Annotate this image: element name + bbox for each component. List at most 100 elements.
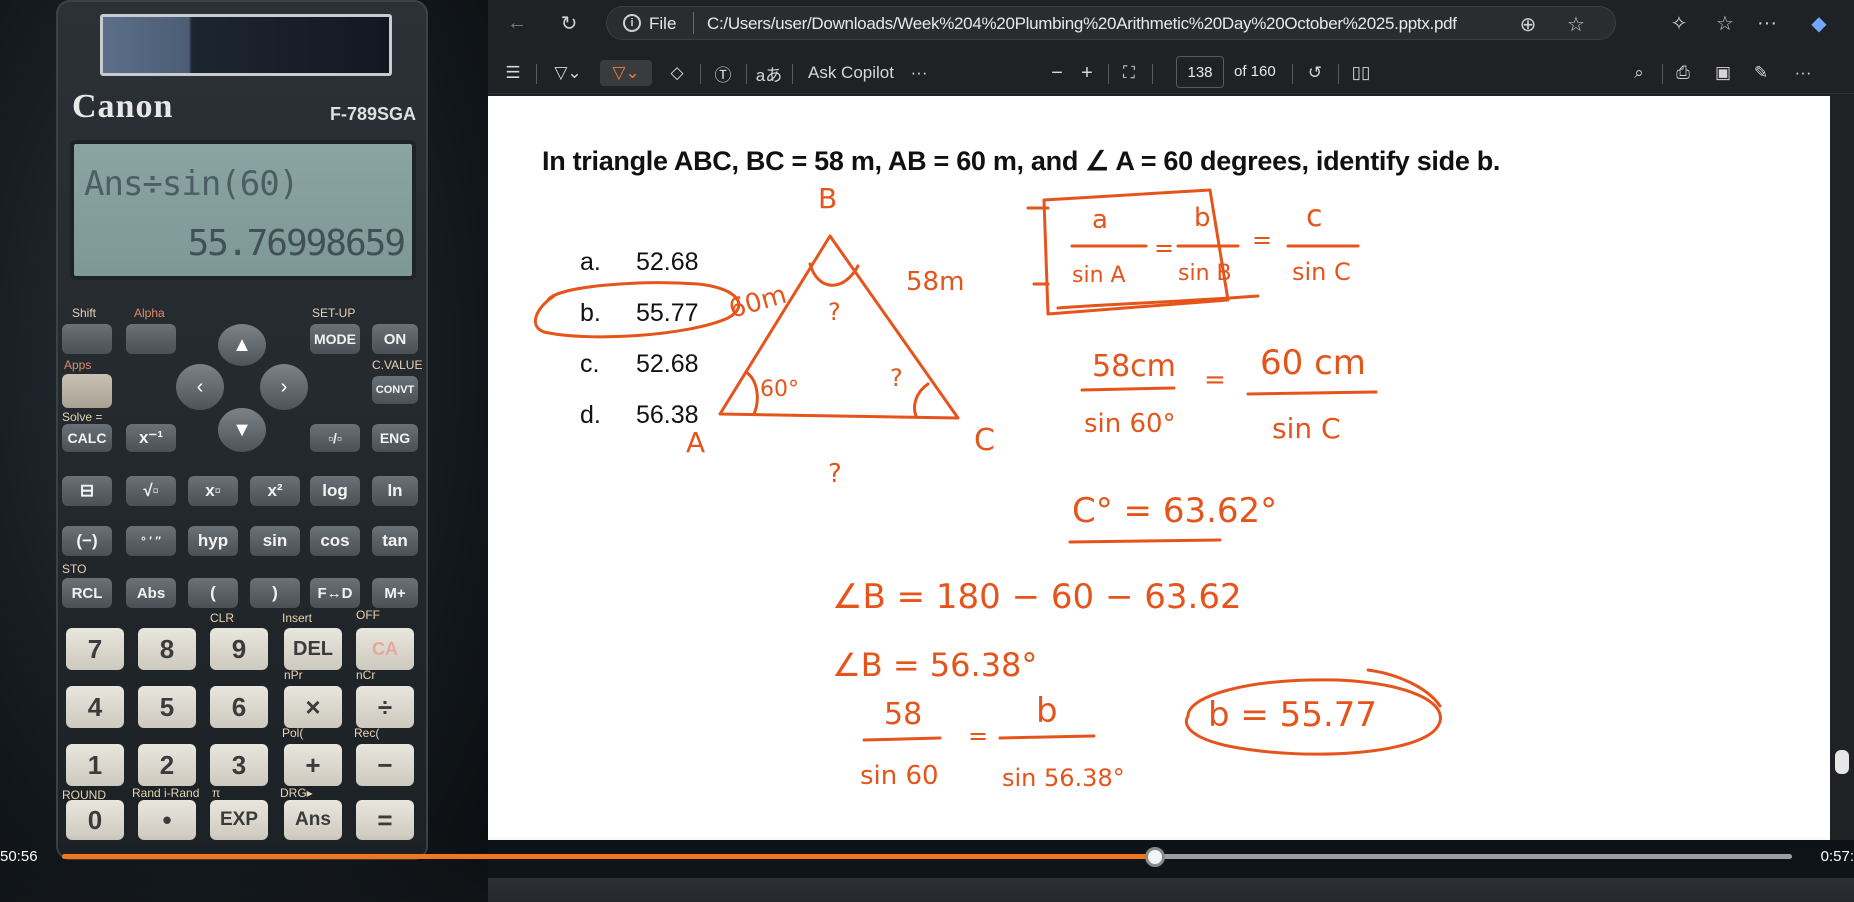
key-4[interactable]: 4 (66, 686, 124, 728)
calc-key[interactable]: CALC (62, 424, 112, 452)
read-aloud-button[interactable]: aあ (754, 60, 784, 86)
multiply-key[interactable]: × (284, 686, 342, 728)
contents-icon[interactable]: ☰ (500, 60, 526, 86)
open-paren-key[interactable]: ( (188, 578, 238, 608)
save-as-icon[interactable]: ✎ (1748, 60, 1774, 86)
square-key[interactable]: x² (250, 476, 300, 506)
exp-key[interactable]: EXP (210, 800, 268, 840)
rcl-key[interactable]: RCL (62, 578, 112, 608)
back-icon[interactable]: ← (502, 8, 532, 38)
mode-key[interactable]: MODE (310, 324, 360, 354)
del-key[interactable]: DEL (284, 628, 342, 670)
key-0[interactable]: 0 (66, 800, 124, 840)
pdf-more-icon[interactable]: ··· (1790, 60, 1816, 86)
mplus-key[interactable]: M+ (372, 578, 418, 608)
power-key[interactable]: x▫ (188, 476, 238, 506)
law-a-numerator: a (1092, 205, 1108, 235)
right-arrow-key[interactable]: › (260, 364, 308, 410)
apps-key[interactable] (62, 374, 112, 408)
text-box-icon[interactable]: Ⓣ (710, 60, 736, 86)
key-6[interactable]: 6 (210, 686, 268, 728)
ln-key[interactable]: ln (372, 476, 418, 506)
draw-icon[interactable]: ▽⌄ (600, 60, 652, 86)
seek-bar[interactable] (62, 847, 1792, 867)
plus-key[interactable]: + (284, 744, 342, 786)
key-5[interactable]: 5 (138, 686, 196, 728)
xinverse-key[interactable]: x⁻¹ (126, 424, 176, 452)
eng-key[interactable]: ENG (372, 424, 418, 452)
page-number-input[interactable]: 138 (1176, 56, 1224, 88)
equals-key[interactable]: = (356, 800, 414, 840)
dms-key[interactable]: ° ′ ″ (126, 526, 176, 556)
info-icon[interactable]: i (623, 14, 641, 32)
fraction-key[interactable]: ▫/▫ (310, 424, 360, 452)
law-c-denominator: sin C (1292, 258, 1351, 286)
law-c-numerator: c (1306, 199, 1323, 234)
hyp-key[interactable]: hyp (188, 526, 238, 556)
rotate-icon[interactable]: ↺ (1302, 60, 1328, 86)
minus-key[interactable]: − (356, 744, 414, 786)
page-view-icon[interactable]: ▯▯ (1348, 60, 1374, 86)
key-7[interactable]: 7 (66, 628, 124, 670)
left-arrow-key[interactable]: ‹ (176, 364, 224, 410)
up-arrow-key[interactable]: ▲ (218, 324, 266, 366)
divide-key[interactable]: ÷ (356, 686, 414, 728)
step1-right-denominator: sin C (1272, 412, 1341, 445)
decimal-key[interactable]: • (138, 800, 196, 840)
favorites-icon[interactable]: ☆ (1710, 8, 1740, 38)
ans-key[interactable]: Ans (284, 800, 342, 840)
convt-key[interactable]: CONVT (372, 376, 418, 404)
key-3[interactable]: 3 (210, 744, 268, 786)
law-b-denominator: sin B (1178, 261, 1232, 286)
address-bar[interactable]: i File C:/Users/user/Downloads/Week%204%… (606, 6, 1616, 40)
close-paren-key[interactable]: ) (250, 578, 300, 608)
abs-key[interactable]: Abs (126, 578, 176, 608)
save-icon[interactable]: ▣ (1710, 60, 1736, 86)
refresh-icon[interactable]: ↻ (554, 8, 584, 38)
address-url[interactable]: C:/Users/user/Downloads/Week%204%20Plumb… (707, 14, 1457, 34)
on-key[interactable]: ON (372, 324, 418, 354)
search-icon[interactable]: ⌕ (1626, 60, 1652, 86)
step1-right-bar (1246, 390, 1378, 396)
key-8[interactable]: 8 (138, 628, 196, 670)
eraser-icon[interactable]: ◇ (664, 60, 690, 86)
fraction-input-key[interactable]: ⊟ (62, 476, 112, 506)
shift-key[interactable] (62, 324, 112, 354)
pol-label: Pol( (282, 726, 304, 740)
zoom-out-button[interactable]: − (1044, 60, 1070, 86)
more-icon[interactable]: ··· (1752, 8, 1782, 38)
favorite-star-icon[interactable]: ☆ (1561, 9, 1591, 39)
log-key[interactable]: log (310, 476, 360, 506)
down-arrow-key[interactable]: ▼ (218, 408, 266, 452)
law-eq-sign: = (1154, 234, 1174, 262)
cos-key[interactable]: cos (310, 526, 360, 556)
off-label: OFF (356, 608, 380, 622)
step1-left-numerator: 58cm (1092, 349, 1176, 384)
seek-handle[interactable] (1145, 847, 1166, 867)
negative-key[interactable]: (−) (62, 526, 112, 556)
handwritten-annotations: B A C 60m 58m 60° ? ? ? a sin A = b sin … (533, 182, 1442, 792)
display-result: 55.76998659 (187, 223, 406, 264)
zoom-in-button[interactable]: + (1074, 60, 1100, 86)
fit-page-icon[interactable]: ⛶ (1116, 60, 1142, 86)
toolbar-more-button[interactable]: ··· (906, 60, 932, 86)
sin-key[interactable]: sin (250, 526, 300, 556)
tan-key[interactable]: tan (372, 526, 418, 556)
key-1[interactable]: 1 (66, 744, 124, 786)
copilot-icon[interactable]: ◆ (1804, 8, 1834, 38)
clr-label: CLR (210, 611, 235, 625)
extensions-icon[interactable]: ✧ (1664, 8, 1694, 38)
sqrt-key[interactable]: √▫ (126, 476, 176, 506)
zoom-icon[interactable]: ⊕ (1513, 9, 1543, 39)
ac-key[interactable]: CA (356, 628, 414, 670)
highlight-icon[interactable]: ▽⌄ (546, 60, 590, 86)
key-2[interactable]: 2 (138, 744, 196, 786)
print-icon[interactable]: ⎙ (1670, 60, 1696, 86)
fd-key[interactable]: F↔D (310, 578, 360, 608)
key-9[interactable]: 9 (210, 628, 268, 670)
pdf-scrollbar-thumb[interactable] (1835, 750, 1849, 774)
pdf-scrollbar[interactable] (1832, 96, 1854, 840)
alpha-key[interactable] (126, 324, 176, 354)
ask-copilot-button[interactable]: Ask Copilot (804, 60, 898, 86)
step1-left-bar (1080, 386, 1176, 392)
